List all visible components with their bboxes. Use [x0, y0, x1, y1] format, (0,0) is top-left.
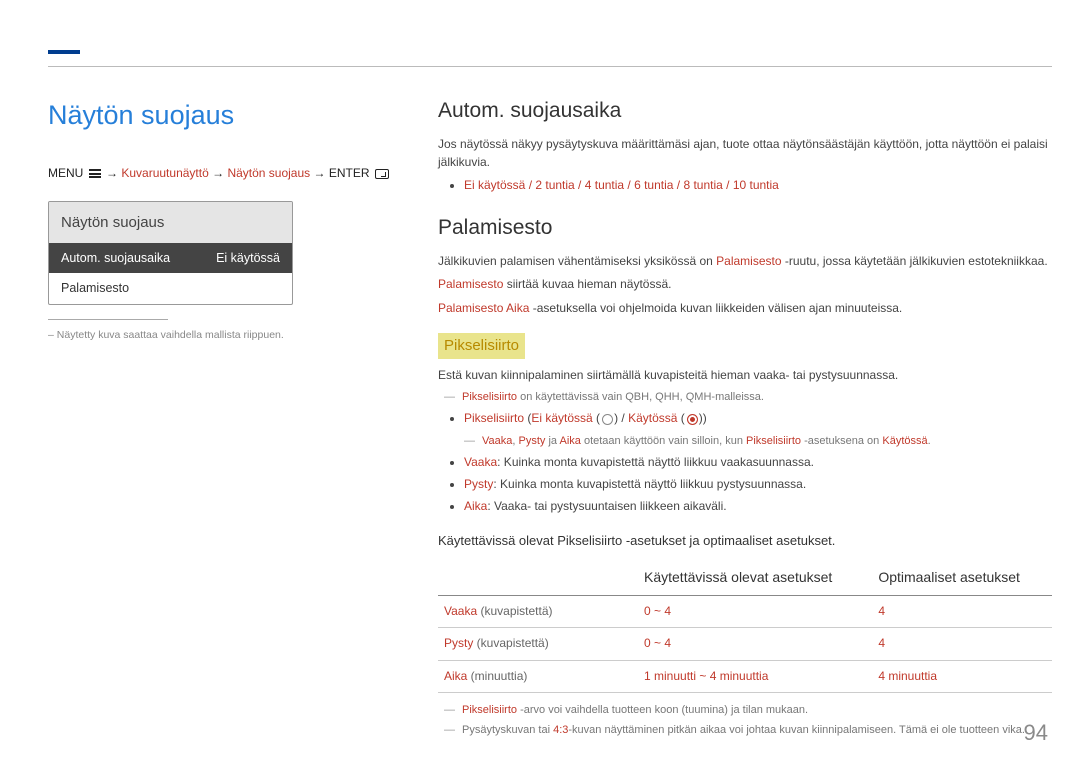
heading-autom-suojausaika: Autom. suojausaika — [438, 96, 1052, 126]
bullet-pikselisiirto-toggle: Pikselisiirto (Ei käytössä () / Käytössä… — [464, 410, 1052, 427]
table-row: Vaaka (kuvapistettä) 0 ~ 4 4 — [438, 595, 1052, 627]
s2p1-red: Palamisesto — [716, 254, 781, 268]
s2p3-post: -asetuksella voi ohjelmoida kuvan liikke… — [529, 301, 902, 315]
accent-bar — [48, 50, 80, 54]
s2p2-red: Palamisesto — [438, 277, 503, 291]
b1t: : Kuinka monta kuvapistettä näyttö liikk… — [493, 477, 806, 491]
r1lr: Pysty — [444, 636, 473, 650]
menu-row-label: Autom. suojausaika — [61, 249, 170, 267]
table-row: Pysty (kuvapistettä) 0 ~ 4 4 — [438, 628, 1052, 660]
menu-icon — [89, 169, 101, 178]
menu-row-palamisesto[interactable]: Palamisesto — [49, 273, 292, 303]
sn1-red: Pikselisiirto — [462, 391, 517, 403]
b0t: : Kuinka monta kuvapistettä näyttö liikk… — [497, 455, 814, 469]
footnote-2: Pysäytyskuvan tai 4:3-kuvan näyttäminen … — [462, 723, 1052, 739]
menu-row-label: Palamisesto — [61, 279, 129, 297]
radio-off-icon — [602, 414, 613, 425]
para-s2-1: Jälkikuvien palamisen vähentämiseksi yks… — [438, 253, 1052, 270]
r2a: 1 minuutti ~ 4 minuuttia — [638, 660, 872, 692]
r0a: 0 ~ 4 — [638, 595, 872, 627]
breadcrumb-menu: MENU — [48, 166, 83, 180]
fn2ratio: 4:3 — [553, 724, 568, 736]
sn2-mid2: -asetuksena on — [801, 435, 882, 447]
settings-table: Käytettävissä olevat asetukset Optimaali… — [438, 559, 1052, 693]
sn2-pysty: Pysty — [519, 435, 546, 447]
page-number: 94 — [1024, 717, 1048, 749]
enter-icon — [375, 169, 389, 179]
left-divider — [48, 319, 168, 320]
th-optimal: Optimaaliset asetukset — [872, 559, 1052, 596]
s2p2-post: siirtää kuvaa hieman näytössä. — [503, 277, 671, 291]
breadcrumb-enter: ENTER — [329, 166, 370, 180]
s2p1-post: -ruutu, jossa käytetään jälkikuvien esto… — [782, 254, 1048, 268]
fn1t: -arvo voi vaihdella tuotteen koon (tuumi… — [517, 704, 808, 716]
sn1-txt: on käytettävissä vain QBH, QHH, QMH-mall… — [517, 391, 764, 403]
sn2-mid: otetaan käyttöön vain silloin, kun — [581, 435, 746, 447]
menu-row-value: Ei käytössä — [216, 249, 280, 267]
bpx-label: Pikselisiirto — [464, 411, 524, 425]
top-divider — [48, 66, 1052, 67]
subnote-2: Vaaka, Pysty ja Aika otetaan käyttöön va… — [482, 434, 1052, 450]
para-s1: Jos näytössä näkyy pysäytyskuva määrittä… — [438, 136, 1052, 171]
sn2-aika: Aika — [559, 435, 580, 447]
b2t: : Vaaka- tai pystysuuntaisen liikkeen ai… — [487, 499, 726, 513]
sn2-dot: . — [928, 435, 931, 447]
bullet-vaaka: Vaaka: Kuinka monta kuvapistettä näyttö … — [464, 454, 1052, 471]
b0r: Vaaka — [464, 455, 497, 469]
para-s2-3: Palamisesto Aika -asetuksella voi ohjelm… — [438, 300, 1052, 317]
note-left-text: Näytetty kuva saattaa vaihdella mallista… — [57, 329, 284, 341]
table-caption: Käytettävissä olevat Pikselisiirto -aset… — [438, 532, 1052, 551]
s2p3-red: Palamisesto Aika — [438, 301, 529, 315]
r2o: 4 minuuttia — [872, 660, 1052, 692]
options-autom-suojausaika: Ei käytössä / 2 tuntia / 4 tuntia / 6 tu… — [464, 177, 1052, 194]
bpx-off: Ei käytössä — [531, 411, 592, 425]
options-text: Ei käytössä / 2 tuntia / 4 tuntia / 6 tu… — [464, 178, 779, 192]
page-title: Näytön suojaus — [48, 96, 410, 135]
breadcrumb: MENU → Kuvaruutunäyttö → Näytön suojaus … — [48, 165, 410, 182]
breadcrumb-l2: Näytön suojaus — [227, 166, 310, 180]
bpx-on: Käytössä — [628, 411, 677, 425]
heading-palamisesto: Palamisesto — [438, 213, 1052, 243]
menu-row-autom-suojausaika[interactable]: Autom. suojausaika Ei käytössä — [49, 243, 292, 273]
subnote-1: Pikselisiirto on käytettävissä vain QBH,… — [462, 390, 1052, 406]
th-available: Käytettävissä olevat asetukset — [638, 559, 872, 596]
s2p1-pre: Jälkikuvien palamisen vähentämiseksi yks… — [438, 254, 716, 268]
para-s3: Estä kuvan kiinnipalaminen siirtämällä k… — [438, 367, 1052, 384]
bullet-pysty: Pysty: Kuinka monta kuvapistettä näyttö … — [464, 476, 1052, 493]
table-row: Aika (minuuttia) 1 minuutti ~ 4 minuutti… — [438, 660, 1052, 692]
note-left: – Näytetty kuva saattaa vaihdella mallis… — [48, 328, 410, 343]
sn2-vaaka: Vaaka — [482, 435, 512, 447]
b2r: Aika — [464, 499, 487, 513]
breadcrumb-l1: Kuvaruutunäyttö — [121, 166, 208, 180]
r2lg: (minuuttia) — [467, 669, 527, 683]
bullet-aika: Aika: Vaaka- tai pystysuuntaisen liikkee… — [464, 498, 1052, 515]
b1r: Pysty — [464, 477, 493, 491]
sn2-kay: Käytössä — [882, 435, 927, 447]
r1a: 0 ~ 4 — [638, 628, 872, 660]
th-empty — [438, 559, 638, 596]
radio-on-icon — [687, 414, 698, 425]
fn2post: -kuvan näyttäminen pitkän aikaa voi joht… — [568, 724, 1025, 736]
r0lg: (kuvapistettä) — [477, 604, 552, 618]
r0lr: Vaaka — [444, 604, 477, 618]
fn2pre: Pysäytyskuvan tai — [462, 724, 553, 736]
sn2-ja: ja — [545, 435, 559, 447]
menu-panel-title: Näytön suojaus — [49, 202, 292, 244]
heading-pikselisiirto: Pikselisiirto — [438, 333, 525, 359]
r0o: 4 — [872, 595, 1052, 627]
para-s2-2: Palamisesto siirtää kuvaa hieman näytöss… — [438, 276, 1052, 293]
r1lg: (kuvapistettä) — [473, 636, 548, 650]
menu-panel: Näytön suojaus Autom. suojausaika Ei käy… — [48, 201, 293, 305]
fn1r: Pikselisiirto — [462, 704, 517, 716]
sn2-pix: Pikselisiirto — [746, 435, 801, 447]
footnote-1: Pikselisiirto -arvo voi vaihdella tuotte… — [462, 703, 1052, 719]
r1o: 4 — [872, 628, 1052, 660]
r2lr: Aika — [444, 669, 467, 683]
